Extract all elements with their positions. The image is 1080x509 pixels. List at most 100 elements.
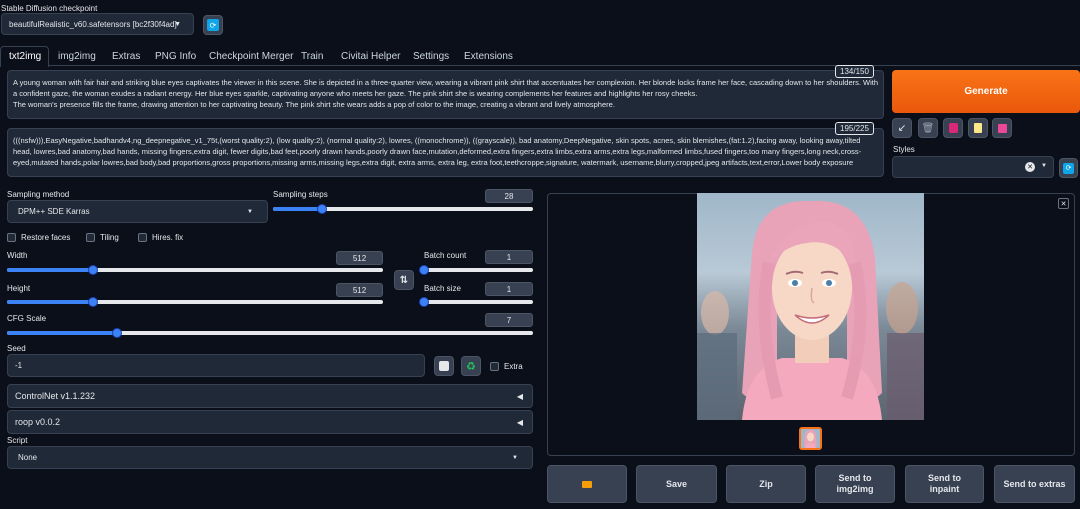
slider-fill	[7, 300, 94, 304]
prompt-token-counter: 134/150	[835, 65, 874, 78]
hires-fix-label: Hires. fix	[152, 233, 184, 242]
tab-extras[interactable]: Extras	[112, 51, 140, 62]
send-to-img2img-button[interactable]: Send to img2img	[815, 465, 895, 503]
sampling-steps-label: Sampling steps	[273, 190, 328, 199]
read-params-button[interactable]: ↙	[892, 118, 912, 138]
height-label: Height	[7, 284, 31, 293]
tab-png-info[interactable]: PNG Info	[155, 51, 196, 62]
tab-train[interactable]: Train	[301, 51, 323, 62]
prompt-text: A young woman with fair hair and strikin…	[13, 78, 879, 109]
checkbox-box[interactable]	[86, 233, 95, 242]
batch-count-input[interactable]: 1	[485, 250, 533, 264]
tab-civitai-helper[interactable]: Civitai Helper	[341, 51, 400, 62]
caret-left-icon: ◀	[516, 417, 523, 427]
show-extra-networks-button[interactable]	[943, 118, 963, 138]
batch-count-slider[interactable]	[419, 265, 533, 275]
width-slider[interactable]	[7, 265, 383, 275]
hires-fix-checkbox[interactable]: Hires. fix	[138, 233, 183, 242]
random-seed-button[interactable]	[434, 356, 454, 376]
height-input[interactable]: 512	[336, 283, 383, 297]
swap-dimensions-button[interactable]: ⇅	[394, 270, 414, 290]
open-folder-button[interactable]	[547, 465, 627, 503]
script-select[interactable]: None ▼	[7, 446, 533, 469]
recycle-icon: ♻	[466, 360, 476, 373]
styles-select[interactable]: ✕ ▼	[892, 156, 1054, 178]
checkbox-box[interactable]	[138, 233, 147, 242]
tab-checkpoint-merger[interactable]: Checkpoint Merger	[209, 51, 293, 62]
sampling-method-value: DPM++ SDE Karras	[18, 207, 90, 216]
slider-fill	[7, 331, 118, 335]
styles-label: Styles	[893, 145, 915, 154]
generate-button[interactable]: Generate	[892, 70, 1080, 113]
slider-fill	[7, 268, 94, 272]
slider-fill	[273, 207, 323, 211]
script-label: Script	[7, 436, 28, 445]
chevron-down-icon: ▼	[512, 454, 518, 461]
cfg-scale-label: CFG Scale	[7, 314, 47, 323]
thumbnail-illustration	[804, 429, 817, 448]
close-icon[interactable]: ✕	[1058, 198, 1069, 209]
sampling-steps-slider[interactable]	[273, 204, 533, 214]
extra-seed-checkbox[interactable]: Extra	[490, 362, 523, 371]
batch-count-label: Batch count	[424, 251, 467, 260]
save-style-button[interactable]	[992, 118, 1012, 138]
tiling-label: Tiling	[100, 233, 119, 242]
checkpoint-label: Stable Diffusion checkpoint	[1, 4, 98, 13]
extra-networks-icon	[948, 123, 958, 133]
sampling-method-select[interactable]: DPM++ SDE Karras ▼	[7, 200, 268, 223]
tab-settings[interactable]: Settings	[413, 51, 449, 62]
sampling-method-label: Sampling method	[7, 190, 70, 199]
extra-label: Extra	[504, 362, 523, 371]
seed-label: Seed	[7, 344, 26, 353]
tab-extensions[interactable]: Extensions	[464, 51, 513, 62]
tab-img2img[interactable]: img2img	[58, 51, 96, 62]
trash-icon: 🗑	[921, 122, 935, 134]
restore-faces-label: Restore faces	[21, 233, 71, 242]
floppy-disk-icon	[997, 123, 1007, 133]
controlnet-accordion[interactable]: ControlNet v1.1.232 ◀	[7, 384, 533, 408]
apply-style-button[interactable]	[968, 118, 988, 138]
checkbox-box[interactable]	[7, 233, 16, 242]
send-to-inpaint-button[interactable]: Send to inpaint	[905, 465, 984, 503]
restore-faces-checkbox[interactable]: Restore faces	[7, 233, 70, 242]
send-to-extras-button[interactable]: Send to extras	[994, 465, 1075, 503]
chevron-down-icon: ▼	[1041, 163, 1047, 169]
checkpoint-select[interactable]: beautifulRealistic_v60.safetensors [bc2f…	[1, 13, 194, 35]
checkbox-box[interactable]	[490, 362, 499, 371]
slider-thumb[interactable]	[419, 297, 429, 307]
negative-prompt-token-counter: 195/225	[835, 122, 874, 135]
tab-txt2img-label: txt2img	[9, 51, 42, 62]
cfg-scale-slider[interactable]	[7, 328, 533, 338]
caret-left-icon: ◀	[516, 391, 523, 401]
height-slider[interactable]	[7, 297, 383, 307]
tiling-checkbox[interactable]: Tiling	[86, 233, 119, 242]
portrait-illustration	[697, 200, 924, 420]
seed-input[interactable]: -1	[7, 354, 425, 377]
folder-icon	[582, 480, 592, 488]
reuse-seed-button[interactable]: ♻	[461, 356, 481, 376]
batch-size-label: Batch size	[424, 284, 461, 293]
script-value: None	[18, 453, 38, 462]
sampling-steps-input[interactable]: 28	[485, 189, 533, 203]
refresh-styles-button[interactable]: ⟳	[1059, 158, 1078, 178]
seed-value: -1	[15, 361, 23, 370]
gallery-thumbnail[interactable]	[799, 427, 822, 450]
slider-thumb[interactable]	[419, 265, 429, 275]
clear-icon[interactable]: ✕	[1025, 162, 1035, 172]
clipboard-icon	[974, 123, 982, 133]
zip-button[interactable]: Zip	[726, 465, 806, 503]
width-label: Width	[7, 251, 28, 260]
batch-size-slider[interactable]	[419, 297, 533, 307]
dice-icon	[439, 361, 449, 371]
refresh-checkpoint-button[interactable]: ⟳	[203, 15, 223, 35]
width-input[interactable]: 512	[336, 251, 383, 265]
roop-accordion-label: roop v0.0.2	[15, 417, 61, 427]
save-button[interactable]: Save	[636, 465, 717, 503]
batch-size-input[interactable]: 1	[485, 282, 533, 296]
cfg-scale-input[interactable]: 7	[485, 313, 533, 327]
trash-button[interactable]: 🗑	[918, 118, 938, 138]
generated-image[interactable]	[697, 193, 924, 420]
roop-accordion[interactable]: roop v0.0.2 ◀	[7, 410, 533, 434]
negative-prompt-text: (((nsfw))),EasyNegative,badhandv4,ng_dee…	[13, 136, 862, 167]
arrow-icon: ↙	[897, 122, 907, 134]
